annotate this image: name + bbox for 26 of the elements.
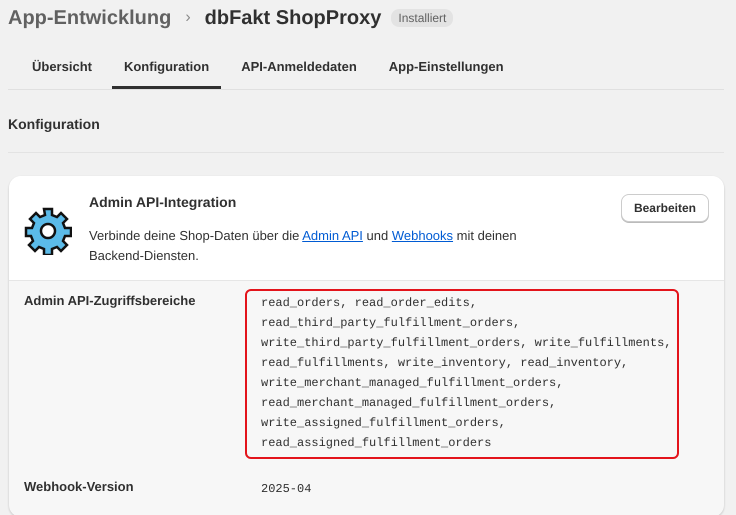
row-label: Admin API-Zugriffsbereiche [24,292,196,310]
code-text: write_merchant_managed_fulfillment_orders, [261,375,564,392]
breadcrumb-link[interactable]: App-Entwicklung [8,6,172,30]
code-text: 2025-04 [261,481,312,498]
link[interactable]: Webhooks [392,228,454,243]
row-label: Webhook-Version [24,478,135,496]
gear-icon [24,207,72,255]
description: Verbinde deine Shop-Daten über die Admin API und Webhooks mit deinen Backend-Diensten. [89,227,518,265]
section-title: Konfiguration [8,90,724,153]
tab[interactable]: Übersicht [20,49,104,89]
tab[interactable]: App-Einstellungen [376,49,516,89]
code-text: write_assigned_fulfillment_orders, [261,415,507,432]
page-title: dbFakt ShopProxy [204,6,382,30]
card-title: Admin API-Integration [89,194,238,210]
breadcrumb-separator: › [185,9,191,27]
status-badge: Installiert [391,9,454,27]
tab[interactable]: Konfiguration [112,49,222,89]
code-text: read_assigned_fulfillment_orders [261,435,492,452]
edit-button[interactable]: Bearbeiten [620,194,709,222]
code-text: write_third_party_fulfillment_orders, write_fulfillments, [261,335,672,352]
tab[interactable]: API-Anmeldedaten [229,49,369,89]
link[interactable]: Admin API [302,228,363,243]
code-text: read_fulfillments, write_inventory, read_inventory, [261,355,630,372]
code-text: read_orders, read_order_edits, [261,295,478,312]
code-text: read_third_party_fulfillment_orders, [261,315,522,332]
code-text: read_merchant_managed_fulfillment_orders, [261,395,558,412]
